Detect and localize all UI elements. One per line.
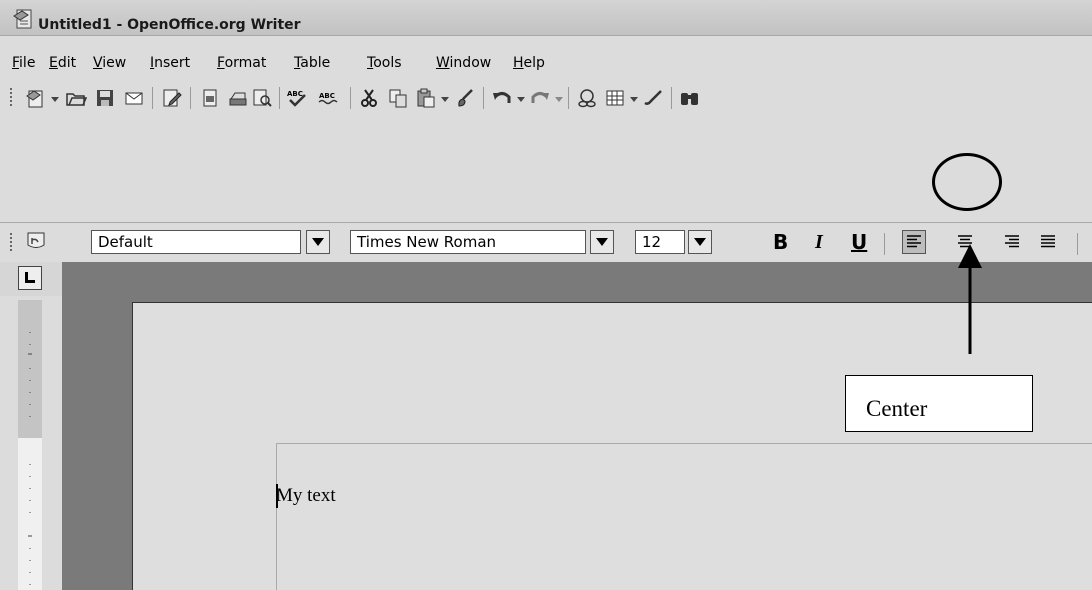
- table-dropdown-icon[interactable]: [630, 97, 638, 102]
- toolbar-grip[interactable]: [10, 233, 14, 253]
- copy-icon[interactable]: [386, 86, 410, 110]
- vertical-ruler[interactable]: [18, 300, 42, 590]
- italic-button[interactable]: I: [815, 228, 823, 256]
- undo-icon[interactable]: [490, 86, 514, 110]
- menu-edit[interactable]: Edit: [49, 52, 76, 74]
- toolbar-separator: [568, 87, 569, 109]
- font-name-dropdown-icon[interactable]: [590, 230, 614, 254]
- spellcheck-icon[interactable]: ABC: [285, 86, 309, 110]
- align-right-button[interactable]: [1000, 230, 1024, 254]
- paste-icon[interactable]: [414, 86, 438, 110]
- toolbar-separator: [884, 233, 885, 255]
- edit-file-icon[interactable]: [160, 86, 184, 110]
- menu-help[interactable]: Help: [513, 52, 545, 74]
- text-area-boundary: [276, 443, 1092, 590]
- show-draw-functions-icon[interactable]: [641, 86, 665, 110]
- callout-box: Center: [845, 375, 1033, 432]
- underline-button[interactable]: U: [851, 228, 867, 256]
- font-name-select[interactable]: Times New Roman: [350, 230, 586, 254]
- svg-text:ABC: ABC: [319, 92, 335, 100]
- format-paintbrush-icon[interactable]: [453, 86, 477, 110]
- callout-label: Center: [866, 396, 928, 421]
- find-replace-icon[interactable]: [678, 86, 702, 110]
- new-document-icon[interactable]: [24, 86, 48, 110]
- svg-text:ABC: ABC: [287, 90, 303, 98]
- toolbar-separator: [279, 87, 280, 109]
- styles-formatting-icon[interactable]: [24, 230, 48, 254]
- toolbar-separator: [483, 87, 484, 109]
- document-text[interactable]: My text: [276, 484, 336, 508]
- redo-icon[interactable]: [528, 86, 552, 110]
- open-folder-icon[interactable]: [64, 86, 88, 110]
- font-size-dropdown-icon[interactable]: [688, 230, 712, 254]
- tab-stop-selector[interactable]: [18, 266, 42, 290]
- print-icon[interactable]: [226, 86, 250, 110]
- toolbar-separator: [152, 87, 153, 109]
- menu-view[interactable]: View: [93, 52, 126, 74]
- menu-window[interactable]: Window: [436, 52, 491, 74]
- export-pdf-icon[interactable]: [198, 86, 222, 110]
- save-icon[interactable]: [93, 86, 117, 110]
- menu-table[interactable]: Table: [294, 52, 330, 74]
- paragraph-style-select[interactable]: Default: [91, 230, 301, 254]
- formatting-toolbar: Default Times New Roman 12 B I U: [0, 222, 1092, 260]
- font-size-select[interactable]: 12: [635, 230, 685, 254]
- writer-app-icon: [13, 9, 32, 29]
- annotation-arrow: [958, 244, 982, 354]
- cut-icon[interactable]: [357, 86, 381, 110]
- menu-tools[interactable]: Tools: [367, 52, 402, 74]
- menu-bar: File Edit View Insert Format Table Tools…: [0, 52, 1092, 74]
- toolbar-separator: [1077, 233, 1078, 255]
- justify-button[interactable]: [1036, 230, 1060, 254]
- toolbar-grip[interactable]: [10, 88, 14, 108]
- paragraph-style-dropdown-icon[interactable]: [306, 230, 330, 254]
- toolbar-separator: [190, 87, 191, 109]
- bold-button[interactable]: B: [773, 228, 788, 256]
- menu-format[interactable]: Format: [217, 52, 266, 74]
- toolbar-separator: [671, 87, 672, 109]
- window-title: Untitled1 - OpenOffice.org Writer: [38, 17, 301, 33]
- new-dropdown-icon[interactable]: [51, 97, 59, 102]
- paste-dropdown-icon[interactable]: [441, 97, 449, 102]
- insert-table-icon[interactable]: [603, 86, 627, 110]
- page-preview-icon[interactable]: [250, 86, 274, 110]
- undo-dropdown-icon[interactable]: [517, 97, 525, 102]
- email-icon[interactable]: [122, 86, 146, 110]
- title-bar: Untitled1 - OpenOffice.org Writer: [0, 0, 1092, 36]
- menu-file[interactable]: File: [12, 52, 35, 74]
- menu-insert[interactable]: Insert: [150, 52, 190, 74]
- toolbar-separator: [350, 87, 351, 109]
- align-left-button[interactable]: [902, 230, 926, 254]
- auto-spellcheck-icon[interactable]: ABC: [317, 86, 341, 110]
- highlight-circle: [932, 153, 1002, 211]
- hyperlink-icon[interactable]: [575, 86, 599, 110]
- redo-dropdown-icon[interactable]: [555, 97, 563, 102]
- standard-toolbar: ABC ABC: [0, 80, 1092, 116]
- text-cursor: [276, 484, 278, 508]
